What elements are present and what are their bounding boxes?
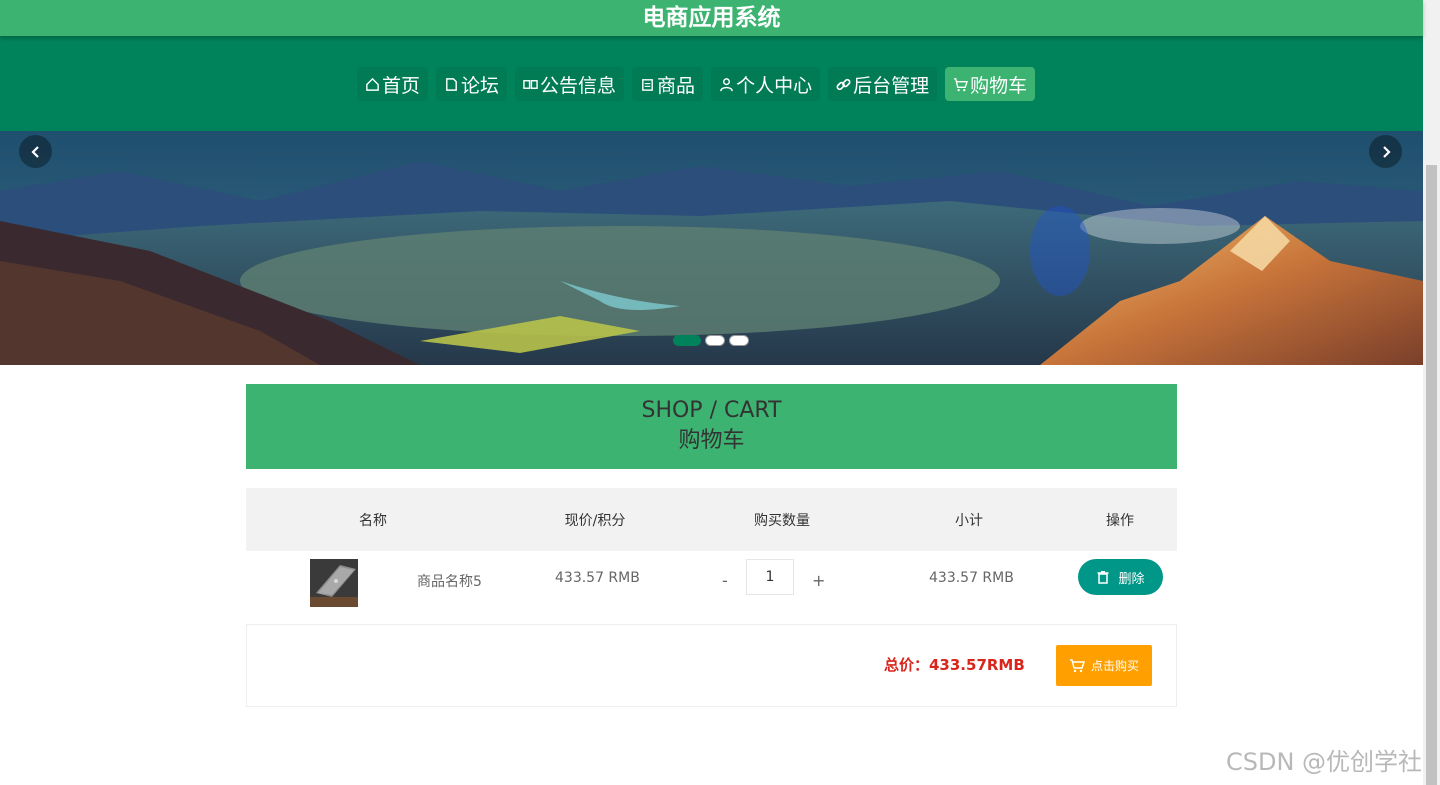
chevron-left-icon (30, 145, 39, 158)
buy-button[interactable]: 点击购买 (1056, 645, 1152, 686)
nav-label-home: 首页 (382, 74, 421, 97)
top-title-bar: 电商应用系统 (0, 0, 1423, 36)
qty-input[interactable] (746, 559, 794, 595)
link-icon (836, 78, 851, 90)
section-title-en: SHOP / CART (641, 398, 782, 423)
nav-item-goods[interactable]: 商品 (632, 67, 704, 101)
carousel-dot-1[interactable] (673, 335, 701, 346)
trash-icon (1097, 571, 1109, 584)
banner-image (0, 131, 1423, 365)
main-nav: 首页 论坛 公告信息 商品 个人中心 后台管理 购物车 (0, 36, 1423, 131)
watermark: CSDN @优创学社 (1226, 748, 1423, 776)
header-subtotal: 小计 (955, 513, 983, 529)
carousel-next-button[interactable] (1369, 135, 1402, 168)
nav-item-home[interactable]: 首页 (357, 67, 429, 101)
nav-label-notice: 公告信息 (540, 74, 617, 97)
header-action: 操作 (1106, 513, 1134, 529)
nav-label-profile: 个人中心 (736, 74, 813, 97)
nav-item-profile[interactable]: 个人中心 (711, 67, 821, 101)
delete-button[interactable]: 删除 (1078, 559, 1163, 595)
goods-icon (642, 78, 653, 91)
buy-label: 点击购买 (1090, 659, 1139, 673)
nav-label-forum: 论坛 (461, 74, 500, 97)
nav-label-admin: 后台管理 (853, 74, 930, 97)
page-scrollbar[interactable] (1423, 0, 1440, 785)
forum-icon (446, 77, 457, 91)
banner-carousel (0, 131, 1423, 365)
carousel-indicators (673, 335, 749, 346)
header-price: 现价/积分 (564, 513, 626, 529)
page: 电商应用系统 首页 论坛 公告信息 商品 个人中心 后台管理 购物车 SHOP … (0, 0, 1440, 785)
header-name: 名称 (359, 513, 387, 529)
nav-label-cart: 购物车 (970, 74, 1028, 97)
nav-item-forum[interactable]: 论坛 (436, 67, 508, 101)
row-subtotal: 433.57 RMB (929, 570, 1014, 586)
total-price: 总价：433.57RMB (884, 656, 1025, 674)
nav-item-cart[interactable]: 购物车 (945, 67, 1036, 101)
carousel-dot-2[interactable] (705, 335, 725, 346)
cart-table: 名称 现价/积分 购买数量 小计 操作 商品名称5 433.57 RMB - +… (246, 488, 1177, 624)
laptop-image (310, 559, 358, 607)
table-header: 名称 现价/积分 购买数量 小计 操作 (246, 488, 1177, 551)
nav-item-admin[interactable]: 后台管理 (828, 67, 938, 101)
table-row: 商品名称5 433.57 RMB - + 433.57 RMB 删除 (246, 551, 1177, 624)
qty-increase-button[interactable]: + (812, 571, 825, 590)
carousel-dot-3[interactable] (729, 335, 749, 346)
section-title-cn: 购物车 (678, 428, 745, 453)
cart-icon (1069, 658, 1085, 672)
cart-section-header: SHOP / CART 购物车 (246, 384, 1177, 469)
header-qty: 购买数量 (754, 513, 810, 529)
nav-label-goods: 商品 (657, 74, 696, 97)
checkout-summary: 总价：433.57RMB 点击购买 (246, 624, 1177, 707)
product-name[interactable]: 商品名称5 (417, 571, 482, 591)
chevron-right-icon (1382, 145, 1391, 158)
notice-icon (523, 79, 538, 89)
cart-icon (954, 77, 969, 91)
nav-item-notice[interactable]: 公告信息 (515, 67, 625, 101)
site-title: 电商应用系统 (642, 5, 781, 31)
user-icon (720, 77, 733, 91)
home-icon (366, 77, 379, 91)
product-price: 433.57 RMB (555, 570, 640, 586)
delete-label: 删除 (1118, 571, 1145, 587)
product-thumbnail[interactable] (310, 559, 358, 607)
qty-decrease-button[interactable]: - (722, 571, 728, 590)
scrollbar-thumb[interactable] (1426, 165, 1437, 785)
carousel-prev-button[interactable] (19, 135, 52, 168)
